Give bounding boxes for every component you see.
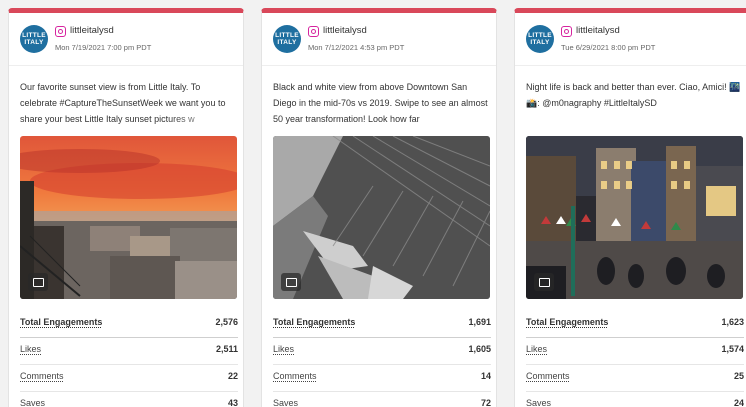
account-handle[interactable]: littleitalysd — [576, 25, 620, 36]
instagram-icon — [308, 26, 319, 37]
account-handle[interactable]: littleitalysd — [323, 25, 367, 36]
stat-label[interactable]: Comments — [273, 371, 317, 381]
post-header: LITTLE ITALY littleitalysd Mon 7/19/2021… — [9, 13, 243, 66]
avatar-text-line: ITALY — [277, 39, 297, 46]
stat-saves: Saves 24 — [526, 392, 744, 407]
engagement-stats: Total Engagements 1,691 Likes 1,605 Comm… — [273, 311, 491, 407]
stat-label[interactable]: Likes — [20, 344, 41, 354]
stat-likes: Likes 2,511 — [20, 338, 238, 365]
post-card[interactable]: LITTLE ITALY littleitalysd Tue 6/29/2021… — [514, 8, 746, 407]
stat-value: 1,574 — [721, 344, 744, 354]
instagram-icon — [55, 26, 66, 37]
post-photo[interactable] — [273, 136, 490, 299]
post-photo[interactable] — [526, 136, 743, 299]
night-street-photo — [526, 136, 743, 299]
stat-likes: Likes 1,574 — [526, 338, 744, 365]
stat-label[interactable]: Likes — [526, 344, 547, 354]
avatar-text-line: ITALY — [24, 39, 44, 46]
post-header: LITTLE ITALY littleitalysd Mon 7/12/2021… — [262, 13, 496, 66]
stat-total-engagements: Total Engagements 1,623 — [526, 311, 744, 338]
stat-value: 24 — [733, 398, 744, 407]
instagram-icon — [561, 26, 572, 37]
post-card[interactable]: LITTLE ITALY littleitalysd Mon 7/12/2021… — [261, 8, 497, 407]
stat-value: 14 — [480, 371, 491, 381]
post-caption: Our favorite sunset view is from Little … — [20, 79, 238, 129]
stat-comments: Comments 22 — [20, 365, 238, 392]
engagement-stats: Total Engagements 2,576 Likes 2,511 Comm… — [20, 311, 238, 407]
post-date: Mon 7/12/2021 4:53 pm PDT — [308, 43, 405, 52]
stat-label[interactable]: Total Engagements — [273, 317, 355, 327]
post-date: Mon 7/19/2021 7:00 pm PDT — [55, 43, 152, 52]
stat-total-engagements: Total Engagements 2,576 — [20, 311, 238, 338]
stat-saves: Saves 72 — [273, 392, 491, 407]
stat-value: 43 — [227, 398, 238, 407]
stat-label[interactable]: Saves — [20, 398, 45, 407]
avatar-text-line: LITTLE — [528, 32, 552, 39]
engagement-stats: Total Engagements 1,623 Likes 1,574 Comm… — [526, 311, 744, 407]
post-caption: Black and white view from above Downtown… — [273, 79, 491, 129]
post-date: Tue 6/29/2021 8:00 pm PDT — [561, 43, 656, 52]
avatar[interactable]: LITTLE ITALY — [20, 25, 48, 53]
stat-value: 25 — [733, 371, 744, 381]
stat-saves: Saves 43 — [20, 392, 238, 407]
image-icon — [534, 273, 554, 291]
stat-likes: Likes 1,605 — [273, 338, 491, 365]
image-icon — [281, 273, 301, 291]
stat-comments: Comments 14 — [273, 365, 491, 392]
sunset-photo — [20, 136, 237, 299]
stat-value: 1,623 — [721, 317, 744, 327]
stat-label[interactable]: Saves — [526, 398, 551, 407]
post-caption: Night life is back and better than ever.… — [526, 79, 744, 129]
stat-label[interactable]: Comments — [526, 371, 570, 381]
avatar-text-line: ITALY — [530, 39, 550, 46]
stat-label[interactable]: Total Engagements — [526, 317, 608, 327]
stat-label[interactable]: Total Engagements — [20, 317, 102, 327]
avatar[interactable]: LITTLE ITALY — [273, 25, 301, 53]
stat-total-engagements: Total Engagements 1,691 — [273, 311, 491, 338]
post-header: LITTLE ITALY littleitalysd Tue 6/29/2021… — [515, 13, 746, 66]
avatar-text-line: LITTLE — [22, 32, 46, 39]
stat-value: 2,576 — [215, 317, 238, 327]
avatar-text-line: LITTLE — [275, 32, 299, 39]
image-icon — [28, 273, 48, 291]
post-cards-row: LITTLE ITALY littleitalysd Mon 7/19/2021… — [0, 0, 746, 407]
aerial-photo — [273, 136, 490, 299]
stat-value: 1,605 — [468, 344, 491, 354]
stat-value: 72 — [480, 398, 491, 407]
stat-label[interactable]: Saves — [273, 398, 298, 407]
avatar[interactable]: LITTLE ITALY — [526, 25, 554, 53]
account-handle[interactable]: littleitalysd — [70, 25, 114, 36]
stat-comments: Comments 25 — [526, 365, 744, 392]
stat-label[interactable]: Likes — [273, 344, 294, 354]
stat-label[interactable]: Comments — [20, 371, 64, 381]
post-photo[interactable] — [20, 136, 237, 299]
post-card[interactable]: LITTLE ITALY littleitalysd Mon 7/19/2021… — [8, 8, 244, 407]
stat-value: 1,691 — [468, 317, 491, 327]
stat-value: 2,511 — [215, 344, 238, 354]
stat-value: 22 — [227, 371, 238, 381]
